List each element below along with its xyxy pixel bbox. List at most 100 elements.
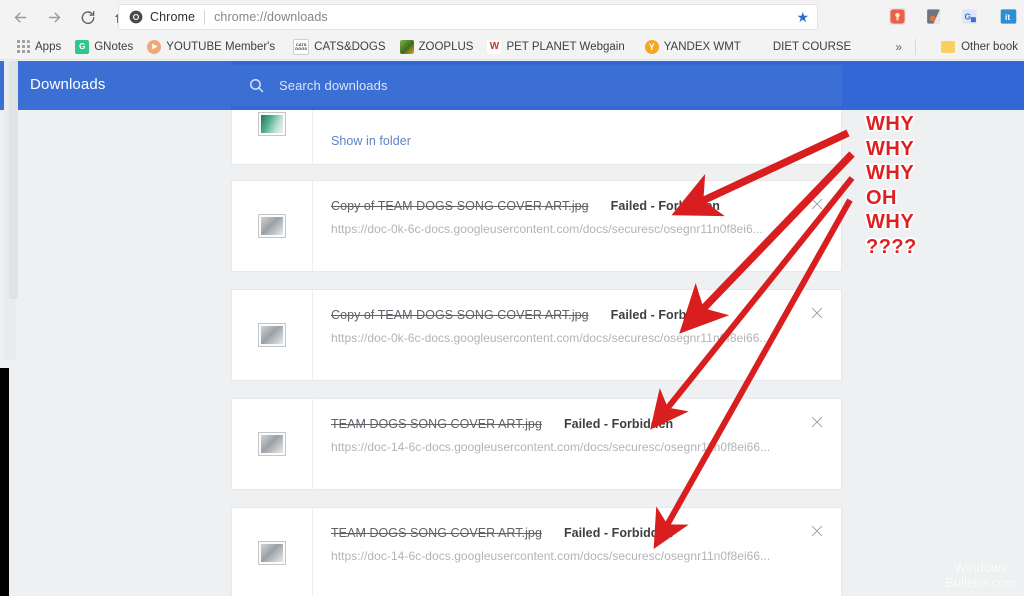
image-thumbnail	[258, 214, 286, 238]
download-filename: Copy of TEAM DOGS SONG COVER ART.jpg	[331, 308, 589, 322]
thumbnail-image	[261, 435, 283, 453]
bookmark-item-youtube-members[interactable]: YOUTUBE Member's	[140, 37, 282, 57]
downloads-page: Downloads Search downloads Show in folde…	[0, 61, 1024, 596]
search-placeholder: Search downloads	[279, 78, 388, 93]
close-icon	[811, 198, 823, 210]
remove-download-button[interactable]	[807, 412, 827, 432]
page-title: Downloads	[30, 76, 106, 93]
translate-icon: G	[962, 9, 977, 24]
bookmark-label: YOUTUBE Member's	[166, 40, 276, 53]
blue-square-icon: it	[1000, 9, 1017, 24]
download-item[interactable]: TEAM DOGS SONG COVER ART.jpg Failed - Fo…	[231, 398, 842, 490]
arrow-right-icon	[48, 12, 60, 22]
omnibox-chip-label: Chrome	[150, 10, 196, 24]
youtube-favicon-icon	[147, 39, 162, 54]
download-filename: TEAM DOGS SONG COVER ART.jpg	[331, 526, 542, 540]
download-title-row: Copy of TEAM DOGS SONG COVER ART.jpg Fai…	[331, 199, 720, 213]
thumbnail-image	[261, 544, 283, 562]
bookmark-star-icon[interactable]: ★	[796, 9, 809, 26]
remove-download-button[interactable]	[807, 521, 827, 541]
download-url: https://doc-14-6c-docs.googleusercontent…	[331, 549, 771, 563]
adblock-extension-icon[interactable]	[925, 8, 942, 25]
image-thumbnail	[258, 432, 286, 456]
download-filename: Copy of TEAM DOGS SONG COVER ART.jpg	[331, 199, 589, 213]
download-item[interactable]: Copy of TEAM DOGS SONG COVER ART.jpg Fai…	[231, 180, 842, 272]
close-icon	[811, 416, 823, 428]
browser-window: Chrome chrome://downloads ★ G it Apps G …	[0, 0, 1024, 596]
download-thumbnail-cell	[232, 290, 313, 380]
download-status: Failed - Forbidden	[563, 417, 674, 431]
download-item[interactable]: Copy of TEAM DOGS SONG COVER ART.jpg Fai…	[231, 289, 842, 381]
reload-icon	[81, 10, 95, 24]
omnibox-divider	[204, 9, 206, 25]
page-scrollbar-thumb[interactable]	[9, 61, 18, 299]
bookmark-item-yandex-wmt[interactable]: Y YANDEX WMT	[638, 37, 748, 57]
browser-toolbar: Chrome chrome://downloads ★ G it	[0, 0, 1024, 34]
gnotes-favicon-icon: G	[75, 39, 90, 54]
search-icon	[250, 79, 264, 93]
download-thumbnail-cell	[232, 110, 313, 164]
image-thumbnail	[258, 323, 286, 347]
bookmarks-overflow-button[interactable]: »	[889, 40, 908, 54]
back-button[interactable]	[6, 3, 34, 31]
image-thumbnail	[258, 112, 286, 136]
petplanet-favicon-icon: W	[487, 39, 502, 54]
close-icon	[811, 307, 823, 319]
thumbnail-image	[261, 217, 283, 235]
chrome-logo-icon	[129, 10, 143, 24]
left-edge-artifact	[0, 368, 9, 596]
bookmark-label: PET PLANET Webgain	[506, 40, 625, 53]
download-filename: TEAM DOGS SONG COVER ART.jpg	[331, 417, 542, 431]
download-details: Copy of TEAM DOGS SONG COVER ART.jpg Fai…	[313, 290, 841, 380]
other-bookmarks-button[interactable]: Other book	[933, 34, 1024, 60]
bookmark-item-diet-course[interactable]: DIET COURSE	[766, 37, 858, 57]
download-url: https://doc-14-6c-docs.googleusercontent…	[331, 440, 771, 454]
bookmark-label: YANDEX WMT	[663, 40, 741, 53]
download-details: Copy of TEAM DOGS SONG COVER ART.jpg Fai…	[313, 181, 841, 271]
page-scrollbar-track[interactable]	[4, 61, 18, 360]
zooplus-favicon-icon	[399, 39, 414, 54]
svg-text:it: it	[1005, 12, 1010, 22]
remove-download-button[interactable]	[807, 194, 827, 214]
download-thumbnail-cell	[232, 508, 313, 596]
play-triangle-icon	[151, 43, 158, 50]
search-downloads-field[interactable]: Search downloads	[231, 65, 842, 106]
download-item[interactable]: TEAM DOGS SONG COVER ART.jpg Failed - Fo…	[231, 507, 842, 596]
show-in-folder-link[interactable]: Show in folder	[331, 134, 411, 148]
download-item[interactable]: Show in folder	[231, 110, 842, 165]
apps-shortcut[interactable]: Apps	[9, 37, 68, 57]
forward-button[interactable]	[40, 3, 68, 31]
catsdogs-favicon-icon: CATS DOGS	[293, 38, 310, 55]
download-thumbnail-cell	[232, 181, 313, 271]
download-details: TEAM DOGS SONG COVER ART.jpg Failed - Fo…	[313, 399, 841, 489]
close-icon	[811, 525, 823, 537]
address-bar[interactable]: Chrome chrome://downloads ★	[118, 4, 818, 30]
bookmark-item-gnotes[interactable]: G GNotes	[68, 37, 140, 57]
grammar-extension-icon[interactable]: G	[961, 8, 978, 25]
bookmark-label: ZOOPLUS	[418, 40, 474, 53]
download-status: Failed - Forbidden	[563, 526, 674, 540]
remove-download-button[interactable]	[807, 303, 827, 323]
password-manager-extension-icon[interactable]	[889, 8, 906, 25]
thumbnail-image	[261, 326, 283, 344]
bookmark-label: GNotes	[94, 40, 134, 53]
download-status: Failed - Forbidden	[610, 199, 720, 213]
downloads-header: Downloads Search downloads	[0, 61, 1024, 110]
arrow-left-icon	[14, 12, 26, 22]
download-url: https://doc-0k-6c-docs.googleusercontent…	[331, 331, 770, 345]
folder-icon	[941, 41, 956, 53]
bookmark-label: DIET COURSE	[772, 40, 852, 53]
image-thumbnail	[258, 541, 286, 565]
download-title-row: TEAM DOGS SONG COVER ART.jpg Failed - Fo…	[331, 417, 673, 431]
reload-button[interactable]	[74, 3, 102, 31]
yandex-favicon-icon: Y	[644, 39, 659, 54]
apps-label: Apps	[35, 40, 62, 53]
download-title-row: TEAM DOGS SONG COVER ART.jpg Failed - Fo…	[331, 526, 673, 540]
bookmark-item-zooplus[interactable]: ZOOPLUS	[393, 37, 481, 57]
shield-key-icon	[890, 9, 905, 24]
thumbnail-image	[261, 115, 283, 133]
bookmark-item-petplanet[interactable]: W PET PLANET Webgain	[480, 37, 631, 57]
bookmark-label: CATS&DOGS	[314, 40, 386, 53]
it-extension-icon[interactable]: it	[1000, 8, 1017, 25]
bookmark-item-catsdogs[interactable]: CATS DOGS CATS&DOGS	[286, 37, 392, 57]
